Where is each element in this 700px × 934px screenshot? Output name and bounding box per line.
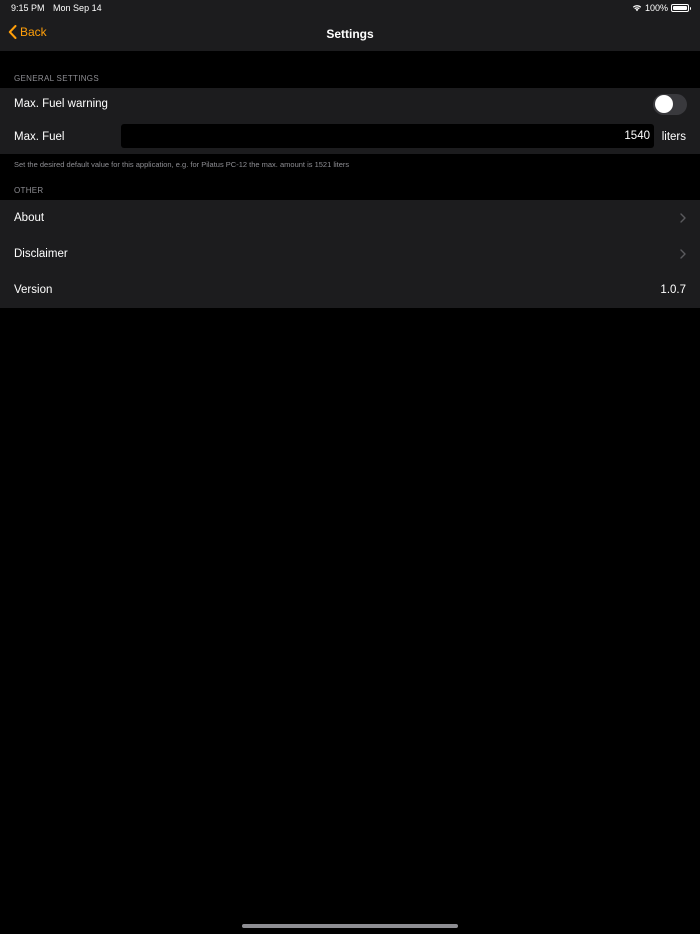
other-header: OTHER [14,186,44,195]
status-right: 100% [632,3,691,13]
version-value: 1.0.7 [660,284,686,296]
max-fuel-input[interactable] [121,124,654,148]
max-fuel-warning-label: Max. Fuel warning [14,98,108,110]
version-row: Version 1.0.7 [0,272,700,308]
other-group: About Disclaimer Version 1.0.7 [0,200,700,308]
toggle-knob [654,95,673,113]
settings-screen: 9:15 PM Mon Sep 14 100% Back Settings GE… [0,0,700,934]
general-settings-footer: Set the desired default value for this a… [14,160,350,169]
status-date: Mon Sep 14 [53,3,102,13]
battery-percent: 100% [644,3,668,13]
status-time: 9:15 PM [11,3,45,13]
status-bar: 9:15 PM Mon Sep 14 100% [0,0,700,18]
about-label: About [14,212,45,224]
general-settings-header: GENERAL SETTINGS [14,74,99,83]
max-fuel-unit: liters [661,131,686,143]
battery-fill [673,6,687,10]
home-indicator [242,924,458,928]
battery-icon [671,4,691,12]
max-fuel-warning-row: Max. Fuel warning [0,88,700,120]
general-settings-group: Max. Fuel warning Max. Fuel liters [0,88,700,154]
chevron-right-icon [680,249,686,259]
max-fuel-row: Max. Fuel liters [0,120,700,154]
max-fuel-warning-toggle[interactable] [653,93,687,115]
chevron-right-icon [680,213,686,223]
wifi-icon [632,5,642,12]
page-title: Settings [326,27,374,41]
disclaimer-label: Disclaimer [14,248,68,260]
disclaimer-row[interactable]: Disclaimer [0,236,700,272]
about-row[interactable]: About [0,200,700,236]
navigation-bar: Back Settings [0,18,700,51]
version-label: Version [14,284,53,296]
max-fuel-label: Max. Fuel [14,131,65,143]
status-left: 9:15 PM Mon Sep 14 [11,3,102,13]
